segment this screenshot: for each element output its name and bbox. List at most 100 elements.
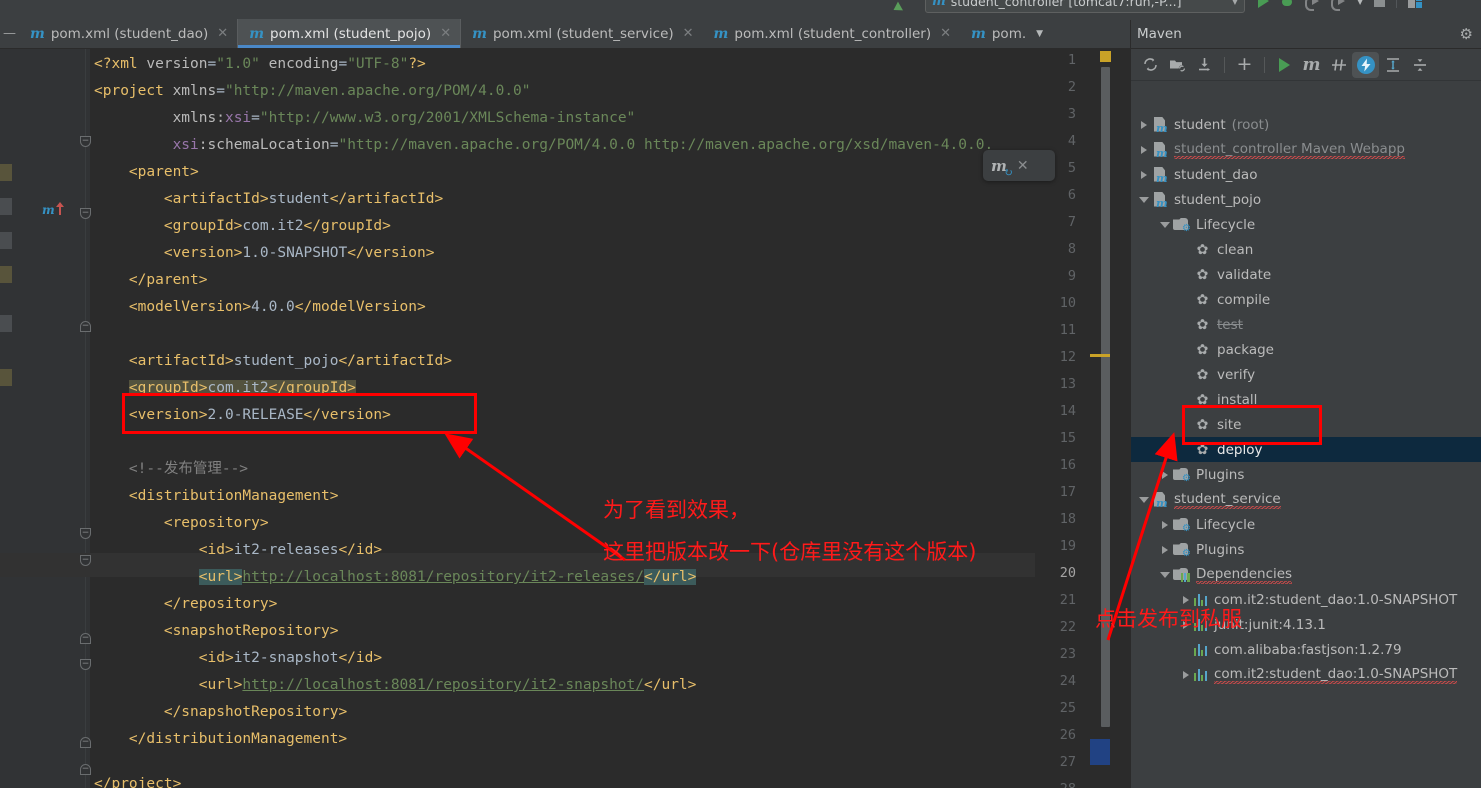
chevron-right-icon[interactable]	[1161, 470, 1168, 479]
maven-tree-item-com-alibaba-fastjson-1-2-79[interactable]: com.alibaba:fastjson:1.2.79	[1131, 637, 1481, 662]
parent-navigate-icon[interactable]	[56, 202, 64, 216]
stop-icon[interactable]	[1374, 0, 1386, 7]
maven-reload-icon[interactable]: m ↻	[991, 157, 1013, 179]
code-editor[interactable]: 1 2 3 4 5 6 7 8 9 10 11 12 13 14 15 16 17 18 19 20 21 22 23 24 2…	[0, 49, 1130, 788]
maven-tree-item-lifecycle[interactable]: ⚙ Lifecycle	[1131, 512, 1481, 537]
toolbar-divider	[1264, 56, 1265, 73]
chevron-right-icon[interactable]	[1161, 520, 1168, 529]
chevron-right-icon[interactable]	[1182, 670, 1189, 679]
chevron-right-icon[interactable]	[1140, 120, 1147, 129]
expander[interactable]	[1135, 170, 1152, 179]
editor-vertical-scrollbar[interactable]	[1090, 49, 1111, 788]
chevron-down-icon[interactable]: ▼	[1036, 29, 1043, 39]
maven-tree-item-student-pojo[interactable]: m student_pojo	[1131, 187, 1481, 212]
maven-tree-item-compile[interactable]: ✿ compile	[1131, 287, 1481, 312]
maven-tree-item-student-controller-maven-webapp[interactable]: m student_controller Maven Webapp	[1131, 137, 1481, 162]
chevron-down-icon[interactable]: ▼	[1232, 0, 1238, 6]
close-icon[interactable]: ✕	[440, 26, 451, 41]
run-with-coverage-icon[interactable]	[1305, 0, 1320, 11]
close-icon[interactable]: ✕	[217, 26, 228, 41]
reload-all-maven-projects-icon[interactable]	[1137, 52, 1164, 78]
gear-icon[interactable]: ⚙	[1460, 25, 1473, 43]
maven-tree-item-label: install	[1217, 391, 1258, 408]
maven-tree-item-label: deploy	[1217, 441, 1263, 458]
tab-pom-student-pojo[interactable]: m pom.xml (student_pojo) ✕	[237, 19, 462, 48]
expander[interactable]	[1135, 145, 1152, 154]
chevron-right-icon[interactable]	[1182, 620, 1189, 629]
close-icon[interactable]: ✕	[683, 26, 694, 41]
toggle-offline-mode-icon[interactable]	[1352, 51, 1379, 78]
expand-all-icon[interactable]	[1379, 52, 1406, 78]
expander[interactable]	[1156, 470, 1173, 479]
chevron-right-icon[interactable]	[1182, 595, 1189, 604]
maven-tree-item-junit-junit-4-13-1[interactable]: junit:junit:4.13.1	[1131, 612, 1481, 637]
maven-tree-item-label: student	[1174, 116, 1226, 133]
scrollbar-thumb[interactable]	[1101, 67, 1110, 727]
change-marker[interactable]	[1090, 354, 1110, 357]
chevron-right-icon[interactable]	[1161, 545, 1168, 554]
editor-gutter[interactable]	[12, 49, 90, 788]
expander[interactable]	[1156, 571, 1173, 578]
expander[interactable]	[1177, 595, 1194, 604]
expander[interactable]	[1135, 196, 1152, 203]
maven-tree-item-test[interactable]: ✿ test	[1131, 312, 1481, 337]
maven-tree-item-com-it2-student-dao-1-0-snapshot[interactable]: com.it2:student_dao:1.0-SNAPSHOT	[1131, 662, 1481, 687]
layout-icon[interactable]	[1408, 0, 1423, 8]
expander[interactable]	[1177, 620, 1194, 629]
chevron-down-icon[interactable]	[1159, 571, 1170, 578]
expander[interactable]	[1135, 496, 1152, 503]
maven-project-tree[interactable]: m student (root) m student_controller Maven…	[1131, 112, 1481, 788]
maven-tree-item-verify[interactable]: ✿ verify	[1131, 362, 1481, 387]
run-maven-build-icon[interactable]	[1271, 52, 1298, 78]
run-icon[interactable]	[1258, 0, 1269, 8]
expander[interactable]	[1156, 520, 1173, 529]
tab-pom-student-dao[interactable]: m pom.xml (student_dao) ✕	[19, 19, 237, 48]
collapse-all-icon[interactable]	[1406, 52, 1433, 78]
profile-icon[interactable]	[1331, 0, 1346, 11]
run-configuration-selector[interactable]: m student_controller [tomcat7:run,-P...]…	[925, 0, 1245, 13]
chevron-down-icon[interactable]	[1159, 221, 1170, 228]
tabs-collapse-icon[interactable]: —	[0, 19, 19, 48]
debug-icon[interactable]	[1280, 0, 1294, 8]
maven-tree-item-student-dao[interactable]: m student_dao	[1131, 162, 1481, 187]
maven-tree-item-com-it2-student-dao-1-0-snapshot[interactable]: com.it2:student_dao:1.0-SNAPSHOT	[1131, 587, 1481, 612]
code-content[interactable]: <?xml version="1.0" encoding="UTF-8"?> <…	[90, 49, 1130, 788]
maven-tree-item-plugins[interactable]: ⚙ Plugins	[1131, 537, 1481, 562]
warning-marker[interactable]	[1100, 51, 1111, 62]
expander[interactable]	[1135, 120, 1152, 129]
maven-tree-item-lifecycle[interactable]: ⚙ Lifecycle	[1131, 212, 1481, 237]
tab-overflow[interactable]: m pom. ▼	[960, 19, 1052, 48]
maven-tree-item-validate[interactable]: ✿ validate	[1131, 262, 1481, 287]
close-icon[interactable]: ✕	[940, 26, 951, 41]
expander[interactable]	[1156, 221, 1173, 228]
chevron-down-icon[interactable]: ▼	[1357, 0, 1363, 6]
add-maven-project-folder-icon[interactable]	[1164, 52, 1191, 78]
expander[interactable]	[1156, 545, 1173, 554]
tab-pom-student-service[interactable]: m pom.xml (student_service) ✕	[461, 19, 702, 48]
maven-tree-item-student[interactable]: m student (root)	[1131, 112, 1481, 137]
maven-tree-item-student-service[interactable]: m student_service	[1131, 487, 1481, 512]
maven-tree-item-package[interactable]: ✿ package	[1131, 337, 1481, 362]
maven-reload-popup[interactable]: m ↻ ✕	[983, 150, 1055, 181]
add-icon[interactable]: +	[1231, 52, 1258, 78]
tab-pom-student-controller[interactable]: m pom.xml (student_controller) ✕	[703, 19, 960, 48]
maven-tree-item-install[interactable]: ✿ install	[1131, 387, 1481, 412]
expander[interactable]	[1177, 670, 1194, 679]
navigate-back-icon[interactable]	[891, 1, 903, 15]
maven-tree-item-plugins[interactable]: ⚙ Plugins	[1131, 462, 1481, 487]
chevron-down-icon[interactable]	[1138, 496, 1149, 503]
maven-tree-item-dependencies[interactable]: Dependencies	[1131, 562, 1481, 587]
close-icon[interactable]: ✕	[1017, 158, 1029, 174]
maven-tree-item-clean[interactable]: ✿ clean	[1131, 237, 1481, 262]
maven-gutter-icon[interactable]: m	[42, 203, 55, 217]
chevron-right-icon[interactable]	[1140, 145, 1147, 154]
toggle-skip-tests-icon[interactable]	[1325, 52, 1352, 78]
maven-tree-item-deploy[interactable]: ✿ deploy	[1131, 437, 1481, 462]
download-sources-icon[interactable]	[1191, 52, 1218, 78]
chevron-right-icon[interactable]	[1140, 170, 1147, 179]
maven-tree-item-site[interactable]: ✿ site	[1131, 412, 1481, 437]
selection-marker[interactable]	[1090, 739, 1110, 765]
execute-maven-goal-icon[interactable]: m	[1298, 52, 1325, 78]
chevron-down-icon[interactable]	[1138, 196, 1149, 203]
maven-tree-item-label: validate	[1217, 266, 1272, 283]
